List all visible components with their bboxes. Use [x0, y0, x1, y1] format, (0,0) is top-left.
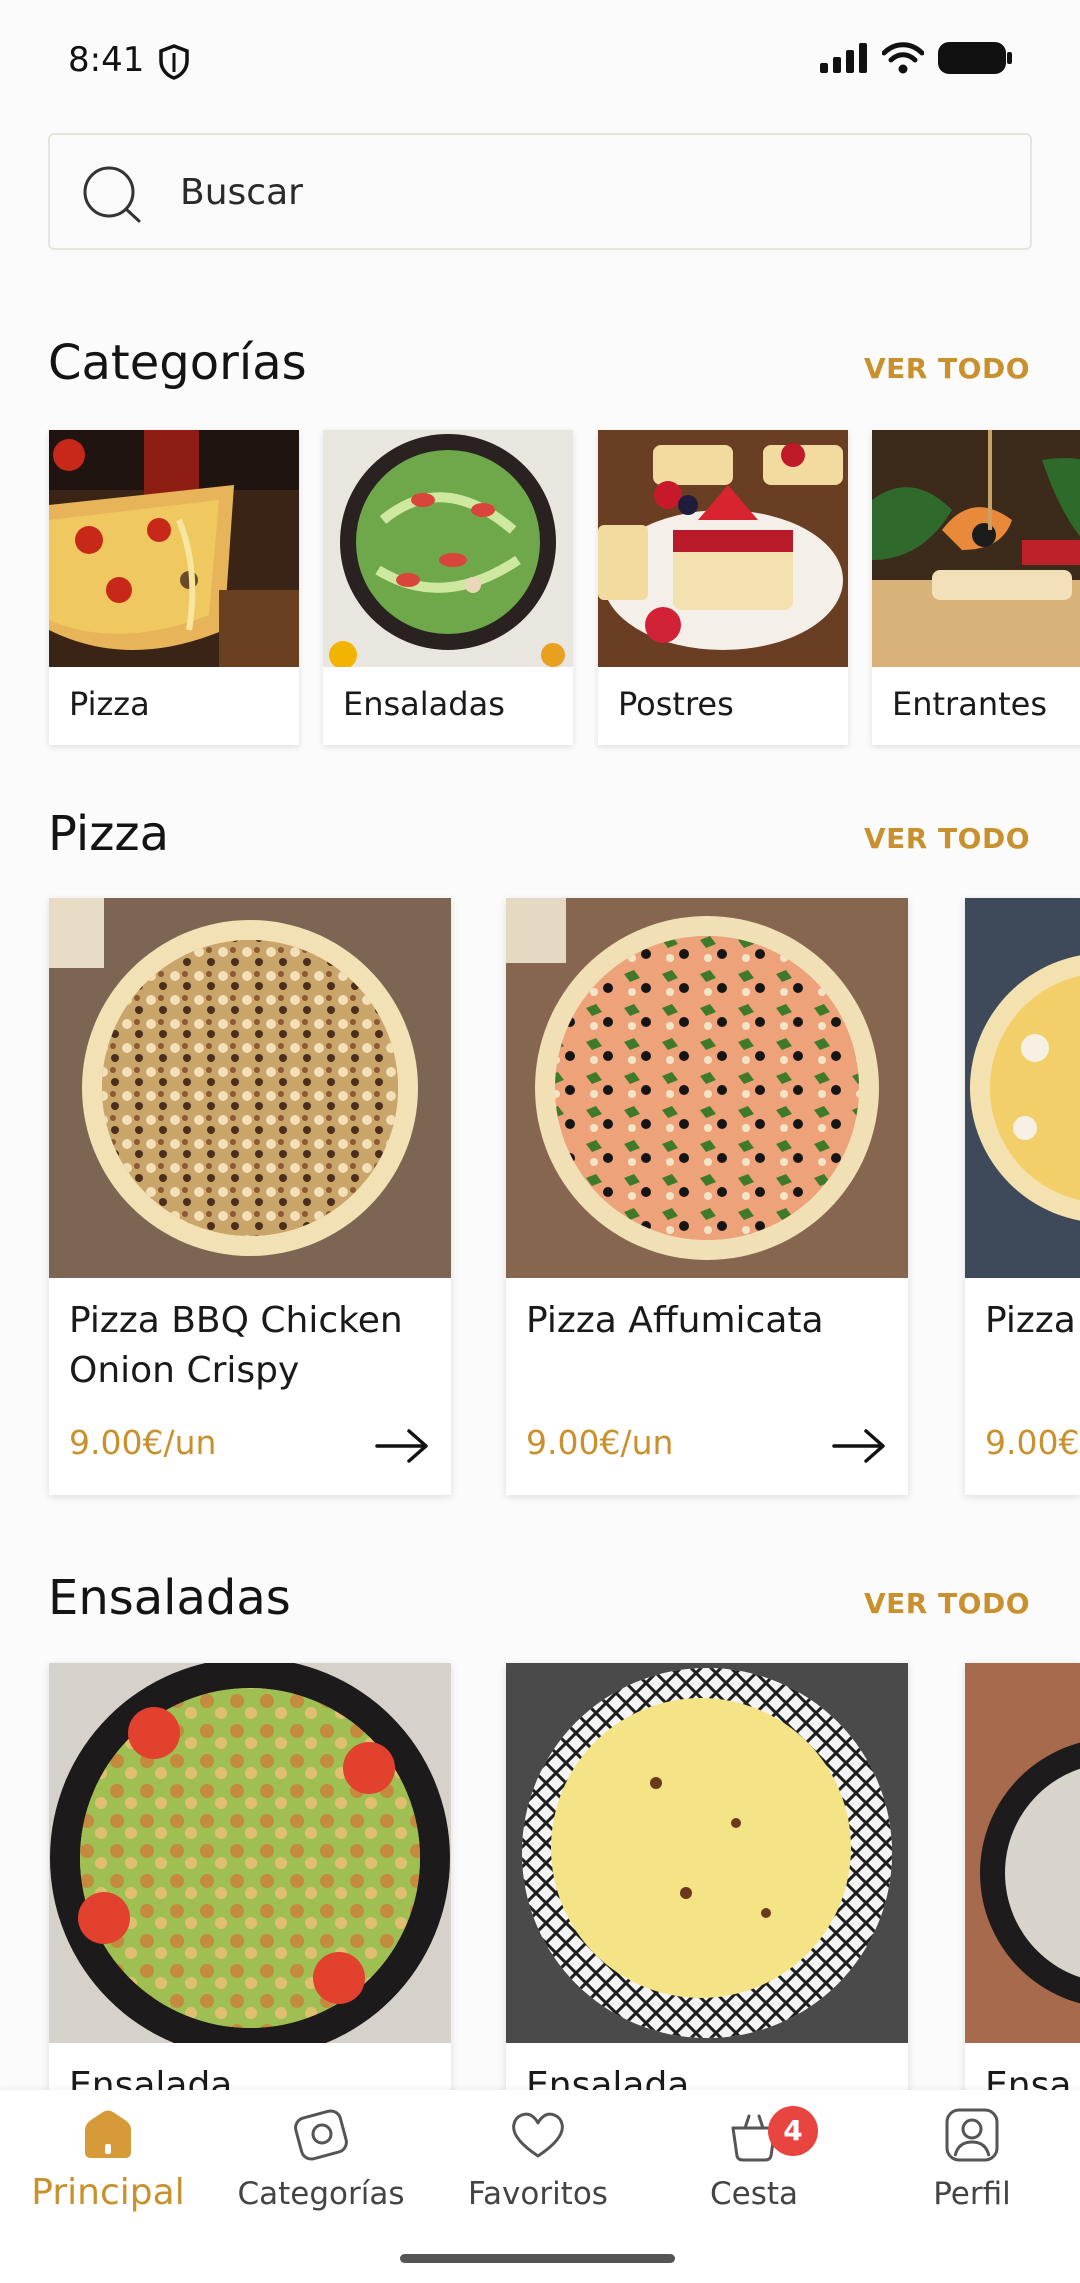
- pizza-see-all-link[interactable]: VER TODO: [864, 822, 1030, 855]
- status-time: 8:41: [68, 40, 145, 80]
- product-image-salad-walnut: [49, 1663, 451, 2058]
- product-price: 9.00€/un: [526, 1423, 674, 1462]
- battery-icon: [938, 42, 1012, 74]
- search-input[interactable]: [180, 159, 980, 225]
- category-label: Entrantes: [892, 685, 1047, 723]
- nav-item-favoritos[interactable]: Favoritos: [430, 2106, 646, 2236]
- product-image-affumicata-pizza: [506, 898, 908, 1278]
- nav-label: Favoritos: [468, 2176, 608, 2212]
- product-image-bbq-pizza: [49, 898, 451, 1278]
- status-icons: [820, 42, 1012, 74]
- categories-title: Categorías: [48, 335, 307, 391]
- category-image-postres: [598, 430, 848, 667]
- arrow-right-icon[interactable]: [832, 1428, 886, 1464]
- product-name: Pizza Affumicata: [526, 1300, 824, 1341]
- category-card-postres[interactable]: Postres: [598, 430, 848, 745]
- category-card-ensaladas[interactable]: Ensaladas: [323, 430, 573, 745]
- product-price: 9.00€/un: [69, 1423, 217, 1462]
- product-name: Pizza BBQ Chicken Onion Crispy: [69, 1300, 403, 1391]
- product-card[interactable]: Pizza 9.00€: [965, 898, 1080, 1495]
- product-image-pizza-partial: [965, 898, 1080, 1278]
- nav-label: Categorías: [237, 2176, 405, 2212]
- home-indicator: [400, 2254, 675, 2263]
- product-name: Pizza: [985, 1300, 1076, 1341]
- category-label: Postres: [618, 685, 734, 723]
- wifi-icon: [882, 42, 924, 74]
- arrow-right-icon[interactable]: [375, 1428, 429, 1464]
- category-card-entrantes[interactable]: Entrantes: [872, 430, 1080, 745]
- signal-icon: [820, 43, 867, 73]
- status-bar: 8:41: [0, 0, 1080, 120]
- pizza-section-title: Pizza: [48, 806, 170, 862]
- product-image-salad-cheese: [506, 1663, 908, 2043]
- nav-item-principal[interactable]: Principal: [0, 2106, 216, 2236]
- cart-count-badge: 4: [768, 2106, 818, 2156]
- salads-see-all-link[interactable]: VER TODO: [864, 1587, 1030, 1620]
- product-card[interactable]: Pizza Affumicata 9.00€/un: [506, 898, 908, 1495]
- salads-section-title: Ensaladas: [48, 1570, 291, 1626]
- nav-label: Cesta: [709, 2176, 799, 2212]
- categories-see-all-link[interactable]: VER TODO: [864, 352, 1030, 385]
- profile-icon: [945, 2108, 999, 2162]
- nav-label: Principal: [31, 2172, 185, 2213]
- product-image-salad-partial: [965, 1663, 1080, 2043]
- category-image-entrantes: [872, 430, 1080, 667]
- category-label: Pizza: [69, 685, 150, 723]
- shield-icon: [159, 44, 189, 80]
- nav-item-perfil[interactable]: Perfil: [864, 2106, 1080, 2236]
- nav-label: Perfil: [933, 2176, 1011, 2212]
- categories-icon: [294, 2109, 348, 2161]
- heart-icon: [512, 2112, 564, 2158]
- home-icon: [85, 2110, 131, 2158]
- category-label: Ensaladas: [343, 685, 505, 723]
- category-image-pizza: [49, 430, 299, 667]
- nav-item-cesta[interactable]: 4 Cesta: [646, 2106, 862, 2236]
- category-card-pizza[interactable]: Pizza: [49, 430, 299, 745]
- search-bar[interactable]: [48, 133, 1032, 250]
- product-price: 9.00€: [985, 1423, 1080, 1462]
- nav-item-categorias[interactable]: Categorías: [213, 2106, 429, 2236]
- search-icon: [83, 166, 141, 223]
- category-image-ensaladas: [323, 430, 573, 669]
- product-card[interactable]: Pizza BBQ Chicken Onion Crispy 9.00€/un: [49, 898, 451, 1495]
